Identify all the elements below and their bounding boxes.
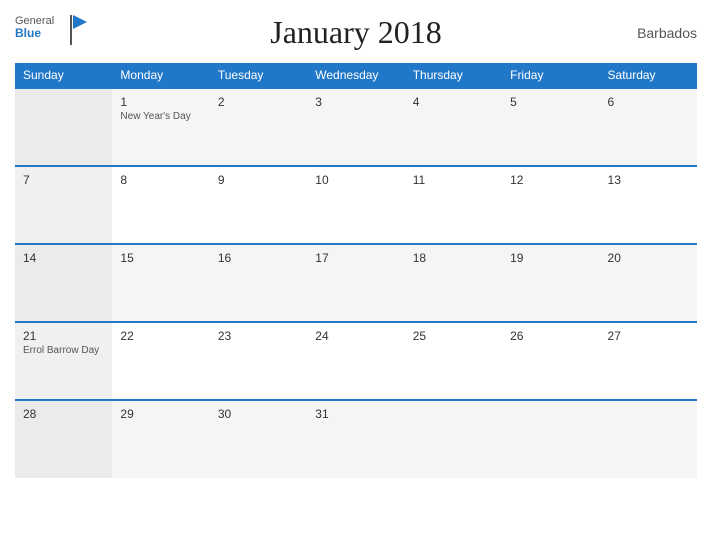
day-number: 25 (413, 329, 494, 343)
col-tuesday: Tuesday (210, 63, 307, 88)
calendar-cell: 6 (600, 88, 697, 166)
calendar-cell: 16 (210, 244, 307, 322)
day-number: 5 (510, 95, 591, 109)
col-wednesday: Wednesday (307, 63, 404, 88)
calendar-cell: 27 (600, 322, 697, 400)
calendar-cell: 24 (307, 322, 404, 400)
day-number: 4 (413, 95, 494, 109)
calendar-week-row: 14 15 16 17 18 19 20 (15, 244, 697, 322)
calendar-cell: 2 (210, 88, 307, 166)
calendar-cell: 26 (502, 322, 599, 400)
day-number: 31 (315, 407, 396, 421)
calendar-cell: 7 (15, 166, 112, 244)
generalblue-logo: General Blue (15, 10, 95, 50)
day-number: 21 (23, 329, 104, 343)
calendar-cell (502, 400, 599, 478)
day-number: 15 (120, 251, 201, 265)
calendar-week-row: 1 New Year's Day 2 3 4 5 6 (15, 88, 697, 166)
day-number: 18 (413, 251, 494, 265)
calendar-cell: 29 (112, 400, 209, 478)
logo: General Blue (15, 10, 95, 55)
day-number: 8 (120, 173, 201, 187)
day-number: 19 (510, 251, 591, 265)
day-number: 22 (120, 329, 201, 343)
day-number: 9 (218, 173, 299, 187)
calendar-cell: 9 (210, 166, 307, 244)
header: General Blue January 2018 Barbados (15, 10, 697, 55)
calendar-cell: 1 New Year's Day (112, 88, 209, 166)
col-monday: Monday (112, 63, 209, 88)
day-number: 27 (608, 329, 689, 343)
day-number: 28 (23, 407, 104, 421)
calendar-cell: 25 (405, 322, 502, 400)
calendar-cell (15, 88, 112, 166)
calendar-cell: 22 (112, 322, 209, 400)
calendar-cell: 19 (502, 244, 599, 322)
calendar-week-row: 7 8 9 10 11 12 13 (15, 166, 697, 244)
day-number: 29 (120, 407, 201, 421)
day-number: 17 (315, 251, 396, 265)
calendar-week-row: 28 29 30 31 (15, 400, 697, 478)
day-number: 7 (23, 173, 104, 187)
day-number: 23 (218, 329, 299, 343)
calendar-cell: 21 Errol Barrow Day (15, 322, 112, 400)
day-number: 26 (510, 329, 591, 343)
calendar-week-row: 21 Errol Barrow Day 22 23 24 25 26 27 (15, 322, 697, 400)
calendar-container: General Blue January 2018 Barbados Sunda… (0, 0, 712, 550)
calendar-cell: 18 (405, 244, 502, 322)
day-number: 12 (510, 173, 591, 187)
col-thursday: Thursday (405, 63, 502, 88)
day-number: 2 (218, 95, 299, 109)
month-title: January 2018 (95, 14, 617, 51)
calendar-cell: 3 (307, 88, 404, 166)
calendar-cell: 31 (307, 400, 404, 478)
calendar-cell: 30 (210, 400, 307, 478)
day-number: 30 (218, 407, 299, 421)
calendar-table: Sunday Monday Tuesday Wednesday Thursday… (15, 63, 697, 478)
day-number: 20 (608, 251, 689, 265)
day-number: 1 (120, 95, 201, 109)
col-saturday: Saturday (600, 63, 697, 88)
calendar-cell: 11 (405, 166, 502, 244)
country-label: Barbados (617, 25, 697, 41)
col-sunday: Sunday (15, 63, 112, 88)
calendar-cell: 10 (307, 166, 404, 244)
svg-text:Blue: Blue (15, 26, 41, 40)
calendar-cell: 23 (210, 322, 307, 400)
calendar-cell: 5 (502, 88, 599, 166)
calendar-cell: 28 (15, 400, 112, 478)
day-number: 10 (315, 173, 396, 187)
calendar-cell: 17 (307, 244, 404, 322)
col-friday: Friday (502, 63, 599, 88)
day-number: 11 (413, 173, 494, 187)
calendar-header-row: Sunday Monday Tuesday Wednesday Thursday… (15, 63, 697, 88)
calendar-cell: 13 (600, 166, 697, 244)
day-number: 6 (608, 95, 689, 109)
day-number: 16 (218, 251, 299, 265)
calendar-cell: 12 (502, 166, 599, 244)
calendar-cell: 4 (405, 88, 502, 166)
day-number: 24 (315, 329, 396, 343)
day-number: 13 (608, 173, 689, 187)
calendar-cell (600, 400, 697, 478)
day-number: 14 (23, 251, 104, 265)
calendar-cell: 8 (112, 166, 209, 244)
calendar-cell: 15 (112, 244, 209, 322)
holiday-name: New Year's Day (120, 111, 201, 122)
calendar-cell: 20 (600, 244, 697, 322)
calendar-cell: 14 (15, 244, 112, 322)
holiday-name: Errol Barrow Day (23, 345, 104, 356)
day-number: 3 (315, 95, 396, 109)
calendar-cell (405, 400, 502, 478)
